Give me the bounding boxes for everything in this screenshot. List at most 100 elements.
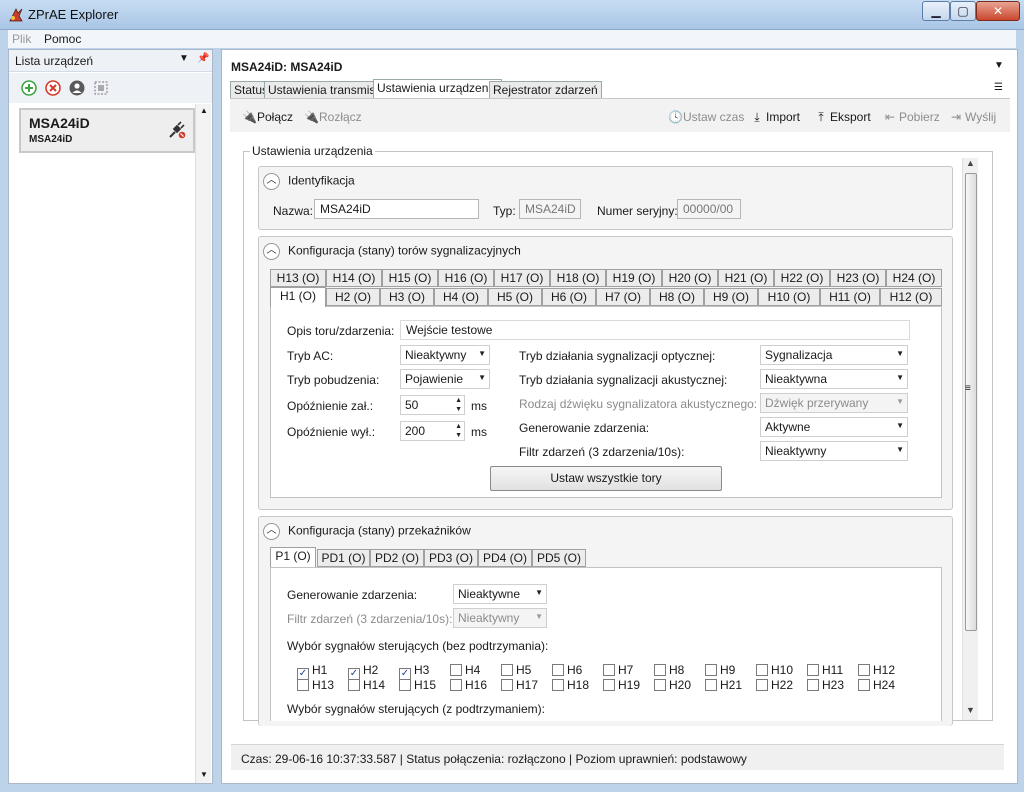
tab-pd3[interactable]: PD3 (O) <box>424 549 478 567</box>
checkbox-box[interactable] <box>603 679 615 691</box>
checkbox-box[interactable] <box>756 664 768 676</box>
tab-h15[interactable]: H15 (O) <box>382 269 438 287</box>
device-card-msa24id[interactable]: MSA24iD MSA24iD <box>19 108 195 153</box>
signal-checkbox-h22[interactable]: H22 <box>756 678 793 692</box>
tab-h11[interactable]: H11 (O) <box>820 288 880 306</box>
sound-type-select[interactable]: Dźwięk przerywany ▼ <box>760 393 908 413</box>
signal-checkbox-h10[interactable]: H10 <box>756 663 793 677</box>
select-icon[interactable] <box>93 80 109 96</box>
checkbox-box[interactable] <box>450 664 462 676</box>
panel-dropdown-icon[interactable]: ▼ <box>179 53 189 64</box>
document-dropdown-icon[interactable]: ▼ <box>994 60 1004 71</box>
tab-h19[interactable]: H19 (O) <box>606 269 662 287</box>
off-delay-spinner[interactable]: 200 ▲ ▼ <box>400 421 465 441</box>
maximize-button[interactable]: ▢ <box>950 1 976 21</box>
tab-pd5[interactable]: PD5 (O) <box>532 549 586 567</box>
tab-h17[interactable]: H17 (O) <box>494 269 550 287</box>
tab-h12[interactable]: H12 (O) <box>880 288 942 306</box>
signal-checkbox-h8[interactable]: H8 <box>654 663 684 677</box>
connect-button[interactable]: 🔌Połącz <box>242 110 293 124</box>
scroll-down-icon[interactable]: ▼ <box>200 770 208 779</box>
scroll-up-icon[interactable]: ▲ <box>966 158 975 168</box>
tab-h20[interactable]: H20 (O) <box>662 269 718 287</box>
name-input[interactable]: MSA24iD <box>314 199 479 219</box>
signal-checkbox-h21[interactable]: H21 <box>705 678 742 692</box>
tab-pd4[interactable]: PD4 (O) <box>478 549 532 567</box>
checkbox-box[interactable] <box>552 664 564 676</box>
collapse-icon[interactable]: ︿ <box>263 523 280 540</box>
set-all-tracks-button[interactable]: Ustaw wszystkie tory <box>490 466 722 491</box>
checkbox-box[interactable] <box>807 679 819 691</box>
signal-checkbox-h13[interactable]: H13 <box>297 678 334 692</box>
menu-pomoc[interactable]: Pomoc <box>44 32 81 46</box>
tab-h22[interactable]: H22 (O) <box>774 269 830 287</box>
tab-pd2[interactable]: PD2 (O) <box>370 549 424 567</box>
tab-pd1[interactable]: PD1 (O) <box>317 549 370 567</box>
signal-checkbox-h17[interactable]: H17 <box>501 678 538 692</box>
tab-h3[interactable]: H3 (O) <box>380 288 434 306</box>
tab-h7[interactable]: H7 (O) <box>596 288 650 306</box>
tab-h24[interactable]: H24 (O) <box>886 269 942 287</box>
tab-h5[interactable]: H5 (O) <box>488 288 542 306</box>
signal-checkbox-h20[interactable]: H20 <box>654 678 691 692</box>
checkbox-box[interactable] <box>654 664 666 676</box>
optic-mode-select[interactable]: Sygnalizacja ▼ <box>760 345 908 365</box>
close-button[interactable]: ✕ <box>976 1 1020 21</box>
disconnect-button[interactable]: 🔌Rozłącz <box>304 110 362 124</box>
tab-p1[interactable]: P1 (O) <box>270 547 316 567</box>
checkbox-box[interactable] <box>807 664 819 676</box>
tab-h23[interactable]: H23 (O) <box>830 269 886 287</box>
signal-checkbox-h6[interactable]: H6 <box>552 663 582 677</box>
signal-checkbox-h11[interactable]: H11 <box>807 663 843 677</box>
remove-icon[interactable] <box>45 80 61 96</box>
signal-checkbox-h18[interactable]: H18 <box>552 678 589 692</box>
collapse-icon[interactable]: ︿ <box>263 173 280 190</box>
menu-plik[interactable]: Plik <box>12 32 31 46</box>
signal-checkbox-h14[interactable]: H14 <box>348 678 385 692</box>
signal-checkbox-h5[interactable]: H5 <box>501 663 531 677</box>
checkbox-box[interactable] <box>552 679 564 691</box>
checkbox-box[interactable] <box>858 664 870 676</box>
tab-device-settings[interactable]: Ustawienia urządzenia <box>373 79 502 99</box>
signal-checkbox-h19[interactable]: H19 <box>603 678 640 692</box>
checkbox-box[interactable] <box>756 679 768 691</box>
import-button[interactable]: ⤓ Import <box>751 110 800 125</box>
tab-h4[interactable]: H4 (O) <box>434 288 488 306</box>
relay-filter-select[interactable]: Nieaktywny ▼ <box>453 608 547 628</box>
checkbox-box[interactable] <box>297 679 309 691</box>
fetch-button[interactable]: ⇤ Pobierz <box>884 110 940 124</box>
tab-h6[interactable]: H6 (O) <box>542 288 596 306</box>
tab-transmission-settings[interactable]: Ustawienia transmisji <box>264 81 385 98</box>
tab-h9[interactable]: H9 (O) <box>704 288 758 306</box>
signal-checkbox-h24[interactable]: H24 <box>858 678 895 692</box>
pin-icon[interactable]: 📌 <box>197 53 209 64</box>
export-button[interactable]: ⤒ Eksport <box>815 110 870 125</box>
event-filter-select[interactable]: Nieaktywny ▼ <box>760 441 908 461</box>
track-description-input[interactable]: Wejście testowe <box>400 320 910 340</box>
tab-h1[interactable]: H1 (O) <box>270 287 326 307</box>
tab-h14[interactable]: H14 (O) <box>326 269 382 287</box>
spinner-arrows-icon[interactable]: ▲ ▼ <box>455 422 462 440</box>
signal-checkbox-h16[interactable]: H16 <box>450 678 487 692</box>
tab-h21[interactable]: H21 (O) <box>718 269 774 287</box>
minimize-button[interactable]: ▁ <box>922 1 950 21</box>
checkbox-box[interactable] <box>705 679 717 691</box>
event-generation-select[interactable]: Aktywne ▼ <box>760 417 908 437</box>
excite-mode-select[interactable]: Pojawienie ▼ <box>400 369 490 389</box>
checkbox-box[interactable] <box>348 679 360 691</box>
device-list-scrollbar[interactable]: ▲ ▼ <box>195 104 211 783</box>
tab-h10[interactable]: H10 (O) <box>758 288 820 306</box>
signal-checkbox-h4[interactable]: H4 <box>450 663 480 677</box>
signal-checkbox-h7[interactable]: H7 <box>603 663 633 677</box>
scroll-down-icon[interactable]: ▼ <box>966 705 975 715</box>
add-icon[interactable] <box>21 80 37 96</box>
checkbox-box[interactable] <box>450 679 462 691</box>
user-icon[interactable] <box>69 80 85 96</box>
scroll-up-icon[interactable]: ▲ <box>200 106 208 115</box>
ac-mode-select[interactable]: Nieaktywny ▼ <box>400 345 490 365</box>
relay-event-select[interactable]: Nieaktywne ▼ <box>453 584 547 604</box>
tab-h2[interactable]: H2 (O) <box>326 288 380 306</box>
checkbox-box[interactable] <box>603 664 615 676</box>
settings-scrollbar[interactable]: ▲ ≡ ▼ <box>962 158 978 720</box>
set-time-button[interactable]: 🕓Ustaw czas <box>668 110 744 124</box>
